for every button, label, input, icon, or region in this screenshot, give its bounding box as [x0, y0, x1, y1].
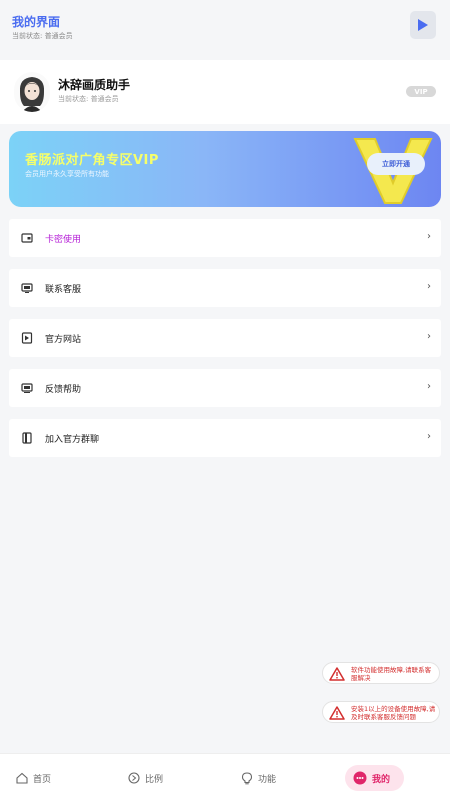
tab-label: 我的 [372, 774, 391, 785]
tab-label: 首页 [33, 774, 52, 785]
tab-functions[interactable]: 功能 [241, 765, 276, 791]
tab-label: 功能 [258, 774, 277, 785]
tab-label: 比例 [145, 774, 164, 785]
page-title: 我的界面 [12, 15, 61, 29]
app-header: 我的界面 当前状态: 普通会员 [0, 0, 450, 52]
banner-subtitle: 会员用户永久享受所有功能 [25, 170, 109, 178]
chevron-right-icon: › [427, 231, 431, 242]
menu-item-label: 卡密使用 [45, 235, 82, 245]
notice-text: 安装1以上的设备使用故障,请及时联系客服反馈问题 [351, 705, 436, 721]
chevron-right-icon: › [427, 431, 431, 442]
menu-item-label: 官方网站 [45, 335, 82, 345]
menu-item-feedback[interactable]: 反馈帮助 › [9, 369, 441, 407]
warning-icon [329, 706, 345, 720]
notice-toast[interactable]: 软件功能使用故障,请联系客服解决 [322, 662, 440, 684]
bulb-icon [241, 771, 253, 784]
profile-status: 当前状态: 普通会员 [58, 95, 119, 103]
banner-title: 香肠派对广角专区VIP [25, 153, 159, 168]
notice-toast[interactable]: 安装1以上的设备使用故障,请及时联系客服反馈问题 [322, 701, 440, 723]
feedback-icon [21, 383, 33, 393]
chevron-right-icon: › [427, 331, 431, 342]
profile-name: 沐辞画质助手 [58, 78, 131, 92]
avatar-image [14, 72, 50, 112]
avatar[interactable] [14, 72, 50, 112]
play-icon [418, 19, 428, 31]
profile-card[interactable]: 沐辞画质助手 当前状态: 普通会员 VIP [0, 60, 450, 124]
vip-badge: VIP [406, 86, 436, 97]
menu-item-join-group[interactable]: 加入官方群聊 › [9, 419, 441, 457]
warning-icon [329, 667, 345, 681]
play-button[interactable] [410, 11, 436, 39]
home-icon [16, 772, 28, 784]
user-icon [353, 771, 367, 785]
tab-mine[interactable]: 我的 [345, 765, 405, 791]
tab-home[interactable]: 首页 [16, 765, 51, 791]
menu-item-contact-support[interactable]: 联系客服 › [9, 269, 441, 307]
vip-badge-label: VIP [414, 87, 428, 96]
menu-item-label: 反馈帮助 [45, 385, 82, 395]
card-icon [21, 233, 33, 243]
open-vip-button[interactable]: 立即开通 [367, 153, 425, 175]
menu-item-label: 联系客服 [45, 285, 82, 295]
book-icon [22, 432, 32, 444]
window-icon [21, 332, 33, 344]
notice-text: 软件功能使用故障,请联系客服解决 [351, 666, 432, 682]
header-subtitle: 当前状态: 普通会员 [12, 32, 73, 40]
chevron-right-icon: › [427, 281, 431, 292]
menu-item-card-redeem[interactable]: 卡密使用 › [9, 219, 441, 257]
menu-item-label: 加入官方群聊 [45, 435, 100, 445]
vip-banner[interactable]: 香肠派对广角专区VIP 会员用户永久享受所有功能 立即开通 [9, 131, 441, 207]
ratio-icon [128, 772, 140, 784]
chevron-right-icon: › [427, 381, 431, 392]
monitor-icon [21, 283, 33, 293]
bottom-tab-bar: 首页 比例 功能 我的 [0, 753, 450, 800]
tab-ratio[interactable]: 比例 [128, 765, 163, 791]
menu-item-official-site[interactable]: 官方网站 › [9, 319, 441, 357]
